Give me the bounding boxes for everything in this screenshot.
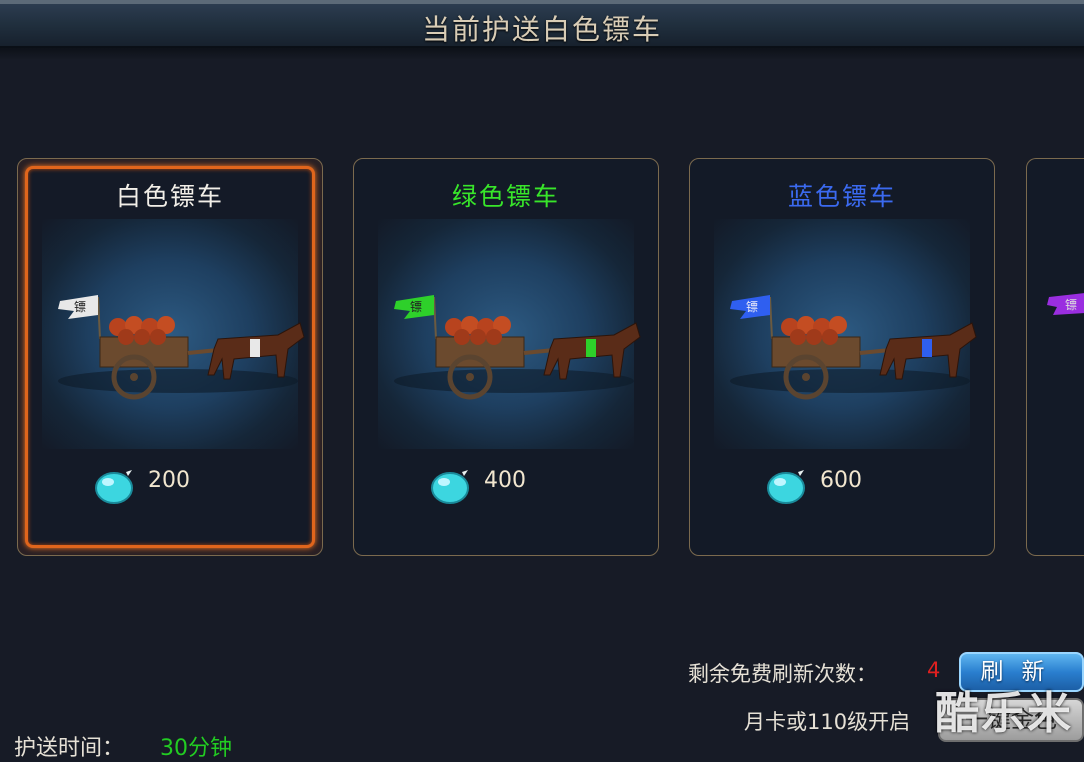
page-title: 当前护送白色镖车 — [421, 13, 662, 46]
escort-time-label: 护送时间： — [14, 736, 125, 761]
cart-name: 绿色镖车 — [451, 182, 560, 211]
escort-cart-icon: 镖 — [394, 295, 641, 400]
cart-card-blue[interactable]: 蓝色镖车 镖 600 — [689, 158, 995, 556]
svg-text:镖: 镖 — [410, 299, 422, 314]
svg-text:镖: 镖 — [1065, 297, 1077, 312]
flag: 镖 — [1047, 293, 1084, 315]
flag: 镖 — [394, 295, 437, 340]
flag: 镖 — [58, 295, 101, 340]
svg-text:镖: 镖 — [74, 299, 86, 314]
cart-card-green[interactable]: 绿色镖车 镖 400 — [353, 158, 659, 556]
monthly-card-label: 月卡或110级开启 — [744, 710, 911, 734]
price-value: 600 — [820, 468, 862, 493]
title-bar: 当前护送白色镖车 — [0, 0, 1084, 48]
price-value: 200 — [148, 468, 190, 493]
price-value: 400 — [484, 468, 526, 493]
title-shadow — [0, 48, 1084, 60]
svg-text:镖: 镖 — [746, 299, 758, 314]
cart-name: 蓝色镖车 — [787, 182, 896, 211]
cart-card-purple[interactable]: 镖 — [1026, 158, 1084, 556]
jade-gem-icon — [431, 470, 469, 504]
cart-card-white[interactable]: 白色镖车 镖 200 — [17, 158, 323, 556]
free-refresh-count: 4 — [927, 658, 941, 682]
escort-cart-icon: 镖 — [58, 295, 305, 400]
watermark-logo: 酷乐米 — [935, 688, 1073, 739]
free-refresh-label: 剩余免费刷新次数： — [688, 662, 877, 686]
jade-gem-icon — [95, 470, 133, 504]
escort-cart-icon: 镖 — [730, 295, 977, 400]
escort-time-value: 30分钟 — [160, 736, 232, 761]
flag: 镖 — [730, 295, 773, 340]
jade-gem-icon — [767, 470, 805, 504]
cart-name: 白色镖车 — [115, 182, 224, 211]
